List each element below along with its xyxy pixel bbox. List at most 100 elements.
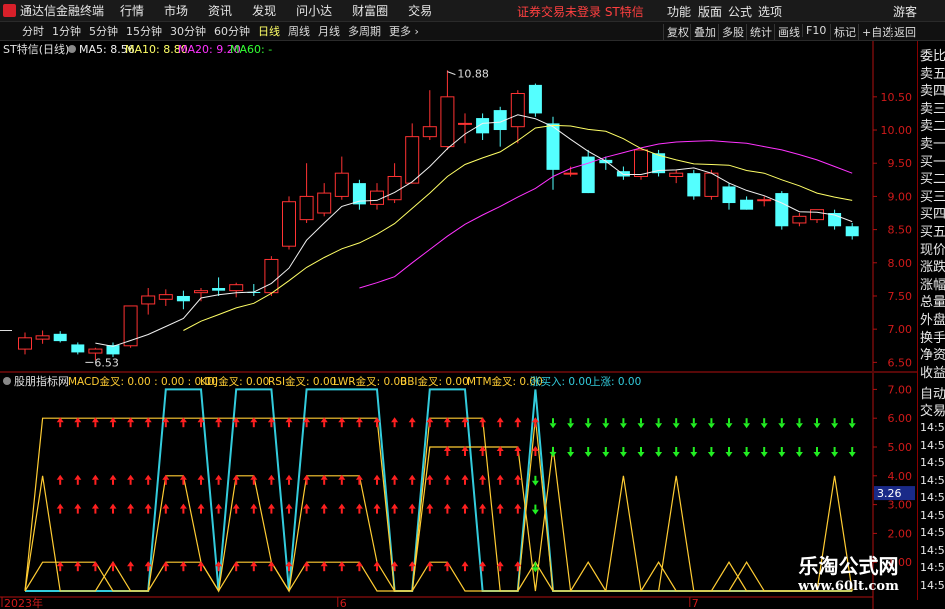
candlestick-panel[interactable]: 6.50 7.00 7.50 8.00 8.50 9.00 9.50 10.00 10.50 ST…: [0, 41, 917, 373]
period-monthly[interactable]: 月线: [317, 23, 341, 39]
login-status: 证券交易未登录 ST特信: [517, 5, 644, 19]
candle-body: [123, 305, 138, 347]
menu-market[interactable]: 市场: [164, 2, 188, 19]
indicator-legend-entry: BBI金叉: 0.00: [400, 375, 469, 388]
candle-body: [299, 195, 314, 221]
candle-body: [334, 172, 349, 197]
menu-ask[interactable]: 问小达: [296, 2, 332, 19]
mark-button[interactable]: 标记: [830, 24, 859, 40]
f10-button[interactable]: F10: [802, 24, 829, 37]
menu-trade[interactable]: 交易: [408, 2, 432, 19]
candle-body: [141, 295, 156, 305]
period-30min[interactable]: 30分钟: [169, 23, 207, 39]
y-tick-label: 7.00: [888, 323, 913, 336]
trade-time: 14:56: [920, 473, 945, 487]
menu-discover[interactable]: 发现: [252, 2, 276, 19]
x-tick-label: 6: [340, 597, 347, 609]
trade-time: 14:56: [920, 491, 945, 504]
candle-body: [405, 136, 420, 184]
candle-body: [194, 290, 208, 294]
candle-body: [722, 186, 736, 204]
period-multi[interactable]: 多周期: [347, 23, 382, 39]
period-weekly[interactable]: 周线: [287, 23, 311, 39]
indicator-legend-entry: RSI金叉: 0.00: [268, 375, 336, 388]
period-toolbar: 分时 1分钟 5分钟 15分钟 30分钟 60分钟 日线 周线 月线 多周期 更…: [0, 21, 945, 41]
candle-body: [422, 126, 437, 138]
menu-options[interactable]: 选项: [758, 3, 782, 20]
indicator-title: 股朋指标网: [14, 374, 69, 388]
candle-body: [176, 295, 190, 302]
ind-y-tick-label: 2.00: [888, 527, 913, 540]
x-tick-label: 2023年: [4, 596, 43, 609]
indicator-legend-entry: MACD金叉: 0.00 : 0.00 : 0.00: [68, 375, 218, 388]
candle-body: [229, 284, 244, 292]
candle-body: [528, 84, 542, 114]
candle-body: [845, 226, 859, 237]
period-5min[interactable]: 5分钟: [88, 23, 119, 39]
stats-button[interactable]: 统计: [746, 24, 775, 40]
quote-label: 卖五: [920, 66, 945, 82]
candle-body: [704, 172, 719, 197]
candle-body: [510, 93, 525, 128]
y-tick-label: 9.50: [888, 157, 913, 170]
candle-body: [440, 96, 455, 148]
period-60min[interactable]: 60分钟: [213, 23, 251, 39]
indicator-settings-icon: [3, 377, 11, 385]
menu-layout[interactable]: 版面: [698, 3, 722, 20]
ind-y-tick-label: 3.00: [888, 499, 913, 512]
candle-body: [792, 215, 807, 224]
stock-chart-area[interactable]: 6.50 7.00 7.50 8.00 8.50 9.00 9.50 10.00 10.50 ST…: [0, 41, 917, 609]
candle-body: [53, 333, 67, 342]
candle-body: [282, 201, 296, 247]
quote-label: 卖三: [920, 101, 945, 117]
back-button[interactable]: 返回: [890, 24, 919, 40]
indicator-legend-entry: 涨买入: 0.00: [530, 376, 592, 388]
quote-label: 收益: [920, 365, 945, 381]
period-1min[interactable]: 1分钟: [51, 23, 82, 39]
y-tick-label: 9.00: [888, 190, 913, 203]
menu-wealth[interactable]: 财富圈: [352, 2, 388, 19]
indicator-legend-entry: KDJ金叉: 0.00: [200, 375, 269, 388]
period-more[interactable]: 更多 ›: [388, 23, 420, 39]
y-tick-label: 8.50: [888, 224, 913, 237]
app-logo-icon: [3, 4, 16, 17]
menu-guest[interactable]: 游客: [893, 3, 917, 20]
adjust-button[interactable]: 复权: [663, 24, 692, 40]
y-tick-label: 6.50: [888, 356, 913, 369]
menu-quotes[interactable]: 行情: [120, 2, 144, 19]
chart-title: ST特信(日线): [3, 42, 69, 56]
quote-label: 买五: [920, 225, 945, 240]
period-tick[interactable]: 分时: [21, 23, 45, 39]
trade-time: 14:56: [920, 578, 945, 592]
candle-body: [88, 348, 103, 354]
candle-body: [370, 190, 384, 205]
quote-label: 卖一: [920, 137, 945, 152]
y-tick-label: 8.00: [888, 257, 913, 270]
trade-time: 14:56: [920, 543, 945, 557]
quote-label: 买二: [920, 172, 945, 188]
quote-label: 买四: [920, 207, 945, 223]
indicator-legend-entry: LWR金叉: 0.00: [333, 375, 407, 388]
period-daily[interactable]: 日线: [257, 23, 281, 39]
menu-formula[interactable]: 公式: [728, 3, 752, 20]
indicator-legend-entry: 上涨: 0.00: [590, 376, 641, 388]
quote-label: 现价: [920, 242, 945, 258]
candle-body: [317, 192, 332, 214]
quote-label: 卖二: [920, 119, 945, 135]
quote-label: 外盘: [920, 313, 945, 328]
candle-body: [458, 122, 472, 125]
candle-body: [35, 335, 50, 340]
app-name: 通达信金融终端: [20, 4, 105, 18]
period-15min[interactable]: 15分钟: [125, 23, 163, 39]
quote-label: 换手: [920, 330, 945, 346]
candle-body: [71, 344, 85, 353]
y-tick-label: 10.50: [881, 91, 913, 104]
menu-function[interactable]: 功能: [667, 3, 691, 20]
quote-label: 净资: [920, 348, 945, 364]
multi-stock-button[interactable]: 多股: [718, 24, 747, 40]
quote-sidebar: 委比 卖五 卖四 卖三 卖二 卖一 买一 买二 买三 买四 买五 现价 涨跌 涨幅 总量 外盘 换手 净资 收益 自动…: [917, 41, 945, 600]
menu-news[interactable]: 资讯: [208, 2, 232, 19]
quote-label: 总量: [920, 295, 945, 311]
overlay-button[interactable]: 叠加: [690, 24, 719, 40]
draw-line-button[interactable]: 画线: [774, 24, 803, 40]
